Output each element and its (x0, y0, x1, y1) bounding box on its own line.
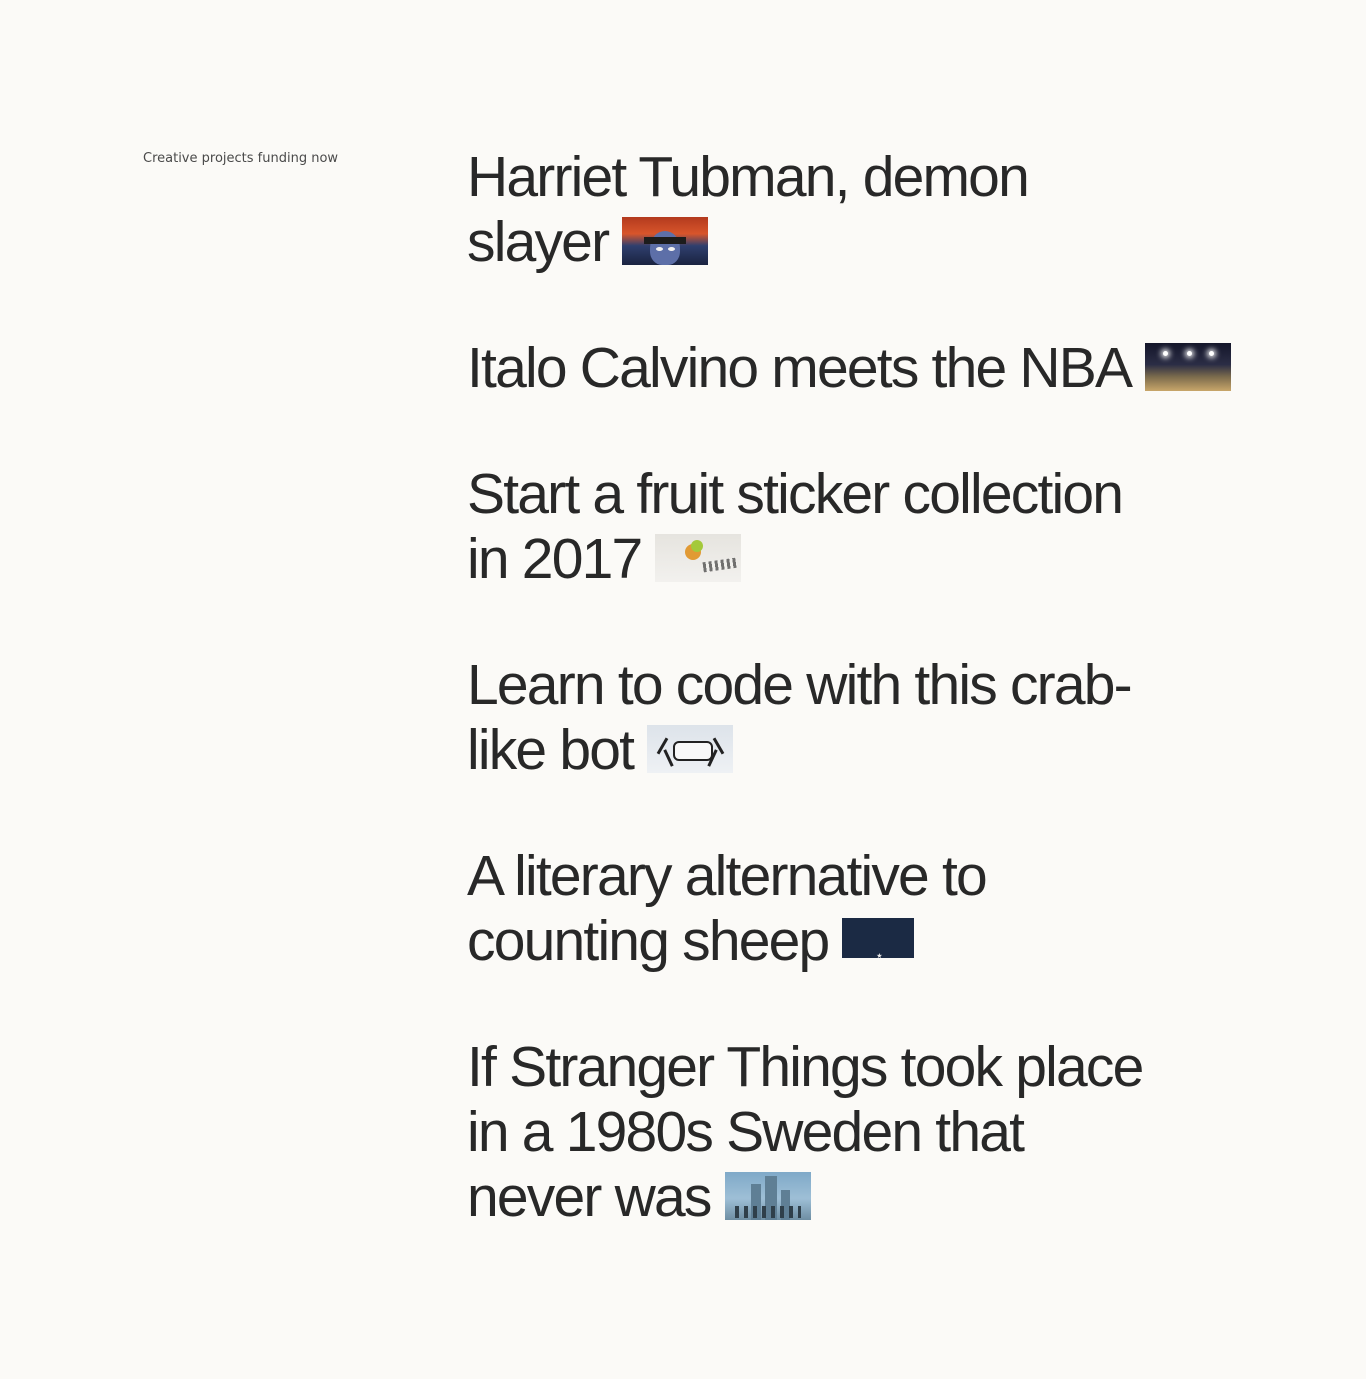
project-link[interactable]: Learn to code with this crab-like bot (467, 653, 1167, 783)
project-thumbnail (622, 217, 709, 265)
section-label: Creative projects funding now (143, 151, 339, 166)
project-thumbnail (724, 1172, 811, 1220)
project-list: Harriet Tubman, demon slayer Italo Calvi… (467, 145, 1267, 1291)
project-item: Harriet Tubman, demon slayer (467, 145, 1267, 275)
project-link[interactable]: A literary alternative to counting sheep… (467, 844, 1027, 974)
project-title: Start a fruit sticker collection in 2017 (467, 462, 1124, 591)
project-thumbnail (647, 725, 734, 773)
project-title: Learn to code with this crab-like bot (467, 653, 1133, 782)
project-link[interactable]: Italo Calvino meets the NBA (467, 336, 1267, 401)
project-item: Start a fruit sticker collection in 2017 (467, 462, 1267, 592)
project-item: Italo Calvino meets the NBA (467, 336, 1267, 401)
project-title: Harriet Tubman, demon slayer (467, 145, 1030, 274)
project-item: If Stranger Things took place in a 1980s… (467, 1035, 1267, 1230)
project-thumbnail (655, 534, 742, 582)
project-link[interactable]: If Stranger Things took place in a 1980s… (467, 1035, 1167, 1230)
project-item: Learn to code with this crab-like bot (467, 653, 1267, 783)
project-thumbnail: ★ (842, 918, 915, 958)
project-title: Italo Calvino meets the NBA (467, 336, 1133, 400)
project-item: A literary alternative to counting sheep… (467, 844, 1267, 974)
project-thumbnail (1145, 343, 1232, 391)
project-link[interactable]: Start a fruit sticker collection in 2017 (467, 462, 1167, 592)
project-link[interactable]: Harriet Tubman, demon slayer (467, 145, 1057, 275)
